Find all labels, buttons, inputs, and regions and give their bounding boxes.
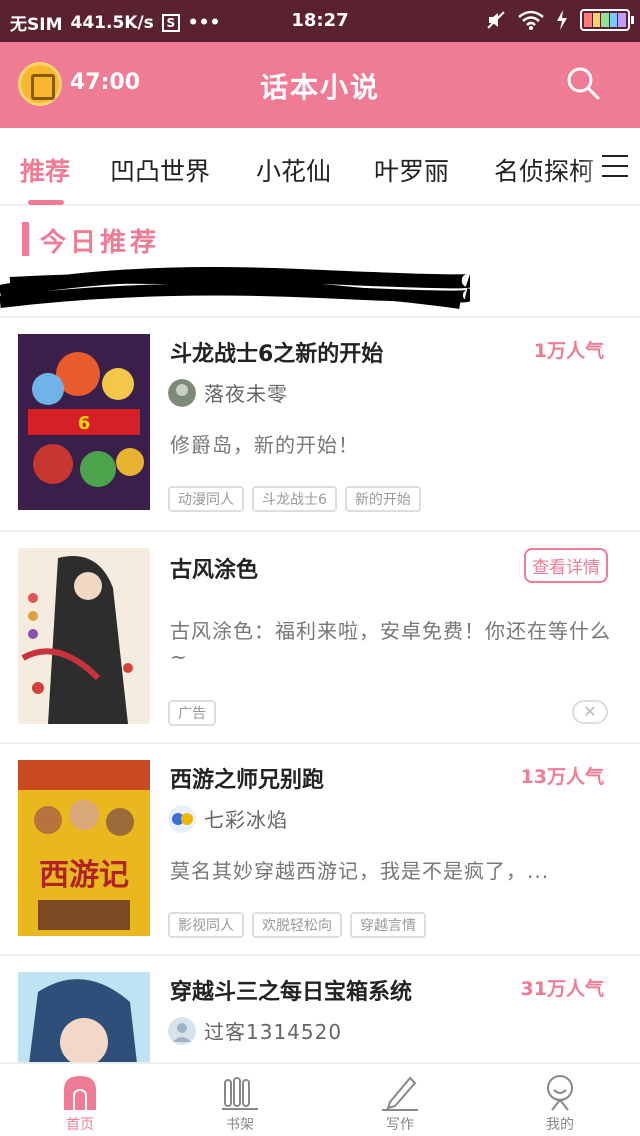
avatar	[168, 378, 196, 407]
book-cover[interactable]: 西游记	[18, 760, 150, 936]
tab-detective[interactable]: 名侦探柯	[494, 152, 594, 188]
nav-label: 我的	[546, 1117, 574, 1133]
section-title: 今日推荐	[40, 228, 161, 258]
nav-label: 写作	[386, 1117, 414, 1133]
view-details-button[interactable]: 查看详情	[524, 548, 608, 583]
nav-label: 首页	[66, 1117, 94, 1133]
profile-icon	[547, 1075, 573, 1111]
ad-description: 古风涂色：福利来啦，安卓免费！你还在等什么~	[170, 619, 611, 669]
book-cover[interactable]: 6	[18, 334, 150, 510]
book-card-4[interactable]: 穿越斗三之每日宝箱系统 31万人气 过客1314520	[0, 956, 640, 1062]
status-right	[486, 9, 634, 31]
book-title[interactable]: 穿越斗三之每日宝箱系统	[170, 974, 412, 1006]
ad-cover[interactable]	[18, 548, 150, 724]
close-icon[interactable]: ✕	[572, 700, 608, 724]
author-row[interactable]: 落夜未零	[168, 378, 288, 407]
tag[interactable]: 欢脱轻松向	[252, 912, 342, 938]
wifi-icon	[518, 10, 544, 30]
tag[interactable]: 穿越言情	[350, 912, 426, 938]
book-card-3[interactable]: 西游记 西游之师兄别跑 13万人气 七彩冰焰 莫名其妙穿越西游记，我是不是疯了，…	[0, 744, 640, 954]
tag[interactable]: 新的开始	[344, 486, 421, 512]
book-cover[interactable]	[18, 972, 150, 1062]
author-row[interactable]: 七彩冰焰	[168, 804, 288, 833]
avatar	[168, 804, 196, 833]
tab-xiaohuaxian[interactable]: 小花仙	[256, 152, 331, 188]
mute-icon	[487, 11, 505, 29]
book-description: 莫名其妙穿越西游记，我是不是疯了，...	[170, 859, 550, 883]
popularity-count: 31万人气	[520, 978, 604, 1000]
bookshelf-icon	[222, 1077, 258, 1110]
search-icon[interactable]	[566, 66, 600, 100]
author-row[interactable]: 过客1314520	[168, 1016, 342, 1045]
active-tab-indicator	[28, 200, 64, 205]
tag[interactable]: 动漫同人	[168, 486, 244, 512]
book-card-1[interactable]: 6 斗龙战士6之新的开始 1万人气 落夜未零 修爵岛，新的开始！ 动漫同人 斗龙…	[0, 318, 640, 530]
ad-card[interactable]: 古风涂色 查看详情 古风涂色：福利来啦，安卓免费！你还在等什么~ 广告 ✕	[0, 532, 640, 742]
bottom-nav: 首页 书架 写作 我的	[0, 1062, 640, 1136]
tab-aotu-world[interactable]: 凹凸世界	[110, 152, 210, 188]
author-name: 过客1314520	[204, 1020, 343, 1044]
ad-title[interactable]: 古风涂色	[170, 552, 258, 584]
tag-list: 影视同人 欢脱轻松向 穿越言情	[168, 912, 426, 938]
tag[interactable]: 斗龙战士6	[252, 486, 337, 512]
ad-label: 广告	[168, 700, 216, 726]
charging-icon	[557, 10, 567, 30]
app-title: 话本小说	[259, 71, 380, 104]
book-description: 修爵岛，新的开始！	[170, 433, 359, 457]
pen-icon	[382, 1076, 418, 1111]
status-bar: 无SIM 441.5K/s S ••• 18:27	[0, 0, 640, 42]
nav-profile[interactable]: 我的	[510, 1072, 610, 1134]
popularity-count: 1万人气	[533, 340, 604, 362]
nav-label: 书架	[226, 1117, 254, 1133]
book-title[interactable]: 斗龙战士6之新的开始	[170, 336, 383, 368]
author-name: 七彩冰焰	[204, 808, 288, 832]
svg-text:6: 6	[78, 413, 91, 434]
category-tabs: 推荐 凹凸世界 小花仙 叶罗丽 名侦探柯	[0, 128, 640, 206]
svg-text:西游记: 西游记	[39, 858, 129, 893]
battery-icon	[580, 9, 634, 31]
author-name: 落夜未零	[204, 382, 288, 406]
avatar	[168, 1016, 196, 1045]
ad-tag-list: 广告	[168, 700, 216, 726]
app-header: 47:00 话本小说	[0, 42, 640, 128]
book-title[interactable]: 西游之师兄别跑	[170, 762, 324, 794]
menu-icon[interactable]	[600, 154, 630, 178]
tag[interactable]: 影视同人	[168, 912, 244, 938]
nav-write[interactable]: 写作	[350, 1072, 450, 1134]
popularity-count: 13万人气	[520, 766, 604, 788]
home-icon	[64, 1076, 96, 1110]
nav-bookshelf[interactable]: 书架	[190, 1072, 290, 1134]
tab-yeluoli[interactable]: 叶罗丽	[374, 152, 449, 188]
tab-recommend[interactable]: 推荐	[20, 152, 70, 188]
nav-home[interactable]: 首页	[30, 1072, 130, 1134]
redacted-scribble	[0, 267, 470, 309]
section-marker	[22, 222, 29, 256]
tag-list: 动漫同人 斗龙战士6 新的开始	[168, 486, 421, 512]
